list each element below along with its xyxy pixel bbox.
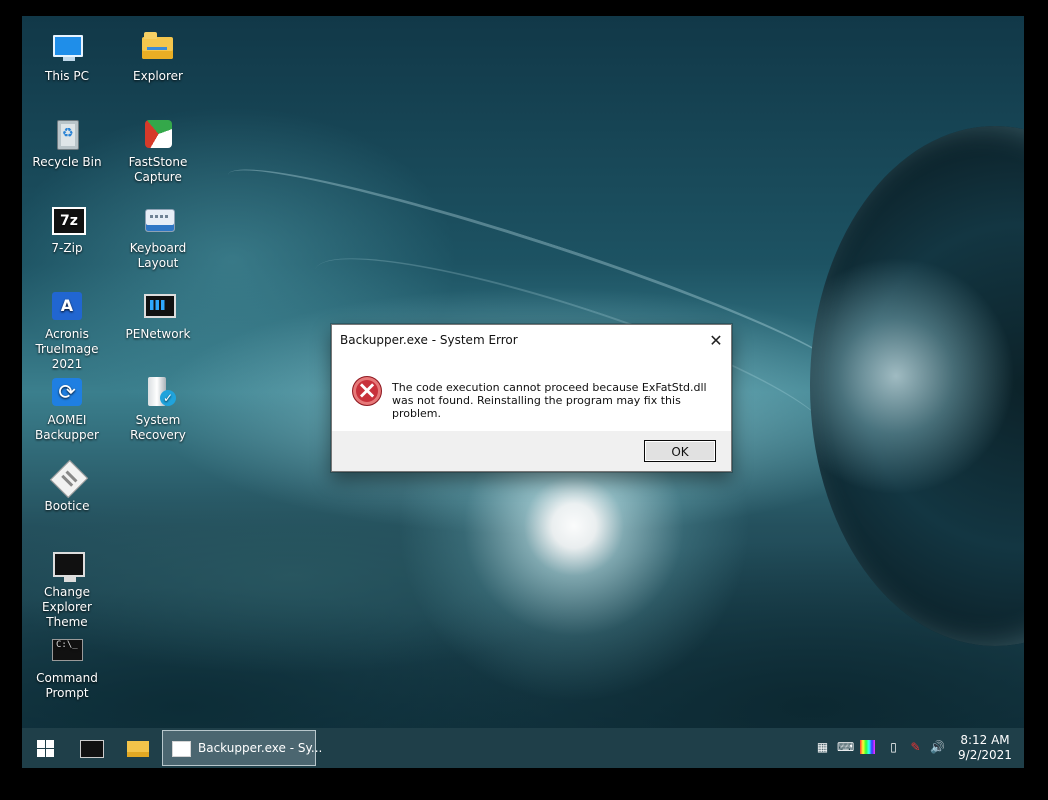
color-icon[interactable] [860, 740, 875, 754]
desktop-icon-label: FastStone Capture [128, 155, 188, 184]
dialog-title: Backupper.exe - System Error [340, 333, 518, 347]
monitor-icon [49, 546, 85, 582]
close-icon[interactable]: ✕ [701, 325, 731, 356]
keyboard-icon [140, 202, 176, 238]
aomei-backupper-icon: ⟳ [49, 374, 85, 410]
desktop-icon-faststone-capture[interactable]: FastStone Capture [113, 110, 203, 186]
seven-zip-icon: 7z [49, 202, 86, 238]
desktop-icon-change-explorer-theme[interactable]: Change Explorer Theme [22, 540, 112, 629]
desktop-icon-explorer[interactable]: Explorer [113, 24, 203, 100]
network-icon[interactable]: ▦ [815, 740, 830, 754]
desktop-icon-label: Explorer [133, 69, 183, 83]
desktop-icon-label: This PC [45, 69, 89, 83]
taskbar-clock[interactable]: 8:12 AM 9/2/2021 [958, 733, 1012, 763]
desktop-icon-recycle-bin[interactable]: Recycle Bin [22, 110, 112, 186]
dialog-message-area: × The code execution cannot proceed beca… [352, 376, 712, 422]
desktop-icon-this-pc[interactable]: This PC [22, 24, 112, 100]
active-taskbar-button[interactable]: Backupper.exe - Sy... [162, 730, 322, 766]
bootice-icon [49, 459, 89, 499]
clock-time: 8:12 AM [960, 733, 1010, 747]
system-recovery-icon [140, 374, 176, 410]
desktop-icon-label: AOMEI Backupper [35, 413, 99, 442]
network-icon [140, 288, 176, 324]
command-prompt-icon[interactable] [69, 728, 115, 768]
desktop-screen: This PC Explorer Recycle Bin FastStone C… [22, 16, 1024, 768]
desktop-icon-label: Command Prompt [36, 671, 98, 700]
desktop-icon-command-prompt[interactable]: C:\_ Command Prompt [22, 626, 112, 702]
taskbar-window-label: Backupper.exe - Sy... [198, 741, 323, 755]
desktop-icon-keyboard-layout[interactable]: Keyboard Layout [113, 196, 203, 272]
desktop-icon-label: Bootice [44, 499, 90, 513]
desktop-icon-label: 7-Zip [51, 241, 83, 255]
desktop-icon-acronis-trueimage-2021[interactable]: A Acronis TrueImage 2021 [22, 282, 112, 371]
computer-icon [49, 30, 85, 66]
faststone-capture-icon [140, 116, 176, 152]
desktop-icon-label: Recycle Bin [32, 155, 102, 169]
volume-icon[interactable]: 🔊 [930, 740, 945, 754]
desktop-icon-bootice[interactable]: Bootice [22, 454, 112, 530]
dialog-titlebar[interactable]: Backupper.exe - System Error ✕ [332, 325, 731, 356]
backupper-window-icon [172, 741, 191, 757]
desktop-icon-penetwork[interactable]: PENetwork [113, 282, 203, 358]
error-icon: × [352, 376, 382, 406]
desktop-icon-label: Acronis TrueImage 2021 [35, 327, 99, 371]
desktop-icon-aomei-backupper[interactable]: ⟳ AOMEI Backupper [22, 368, 112, 444]
dialog-message: The code execution cannot proceed becaus… [392, 381, 707, 420]
command-prompt-icon: C:\_ [49, 632, 85, 668]
ok-button[interactable]: OK [644, 440, 716, 462]
recycle-bin-icon [49, 116, 85, 152]
taskbar: Backupper.exe - Sy... ▦ ⌨ ▯ ✎ 🔊 8:12 AM … [22, 728, 1024, 768]
acronis-icon: A [49, 288, 85, 324]
windows-start-icon[interactable] [22, 728, 68, 768]
folder-icon [140, 30, 176, 66]
desktop-icon-label: Change Explorer Theme [42, 585, 92, 629]
dialog-button-bar: OK [332, 431, 731, 471]
file-explorer-icon[interactable] [115, 728, 161, 768]
desktop-icon-system-recovery[interactable]: System Recovery [113, 368, 203, 444]
desktop-icon-label: PENetwork [125, 327, 191, 341]
desktop-icon-label: System Recovery [130, 413, 186, 442]
system-error-dialog: Backupper.exe - System Error ✕ × The cod… [331, 324, 732, 472]
desktop-icon-7-zip[interactable]: 7z 7-Zip [22, 196, 112, 272]
desktop-icon-label: Keyboard Layout [129, 241, 187, 270]
keyboard-icon[interactable]: ⌨ [837, 740, 854, 754]
clock-date: 9/2/2021 [958, 748, 1012, 762]
wallpaper-planet [810, 126, 1024, 646]
pen-icon[interactable]: ✎ [908, 740, 923, 754]
usb-icon[interactable]: ▯ [886, 740, 901, 754]
